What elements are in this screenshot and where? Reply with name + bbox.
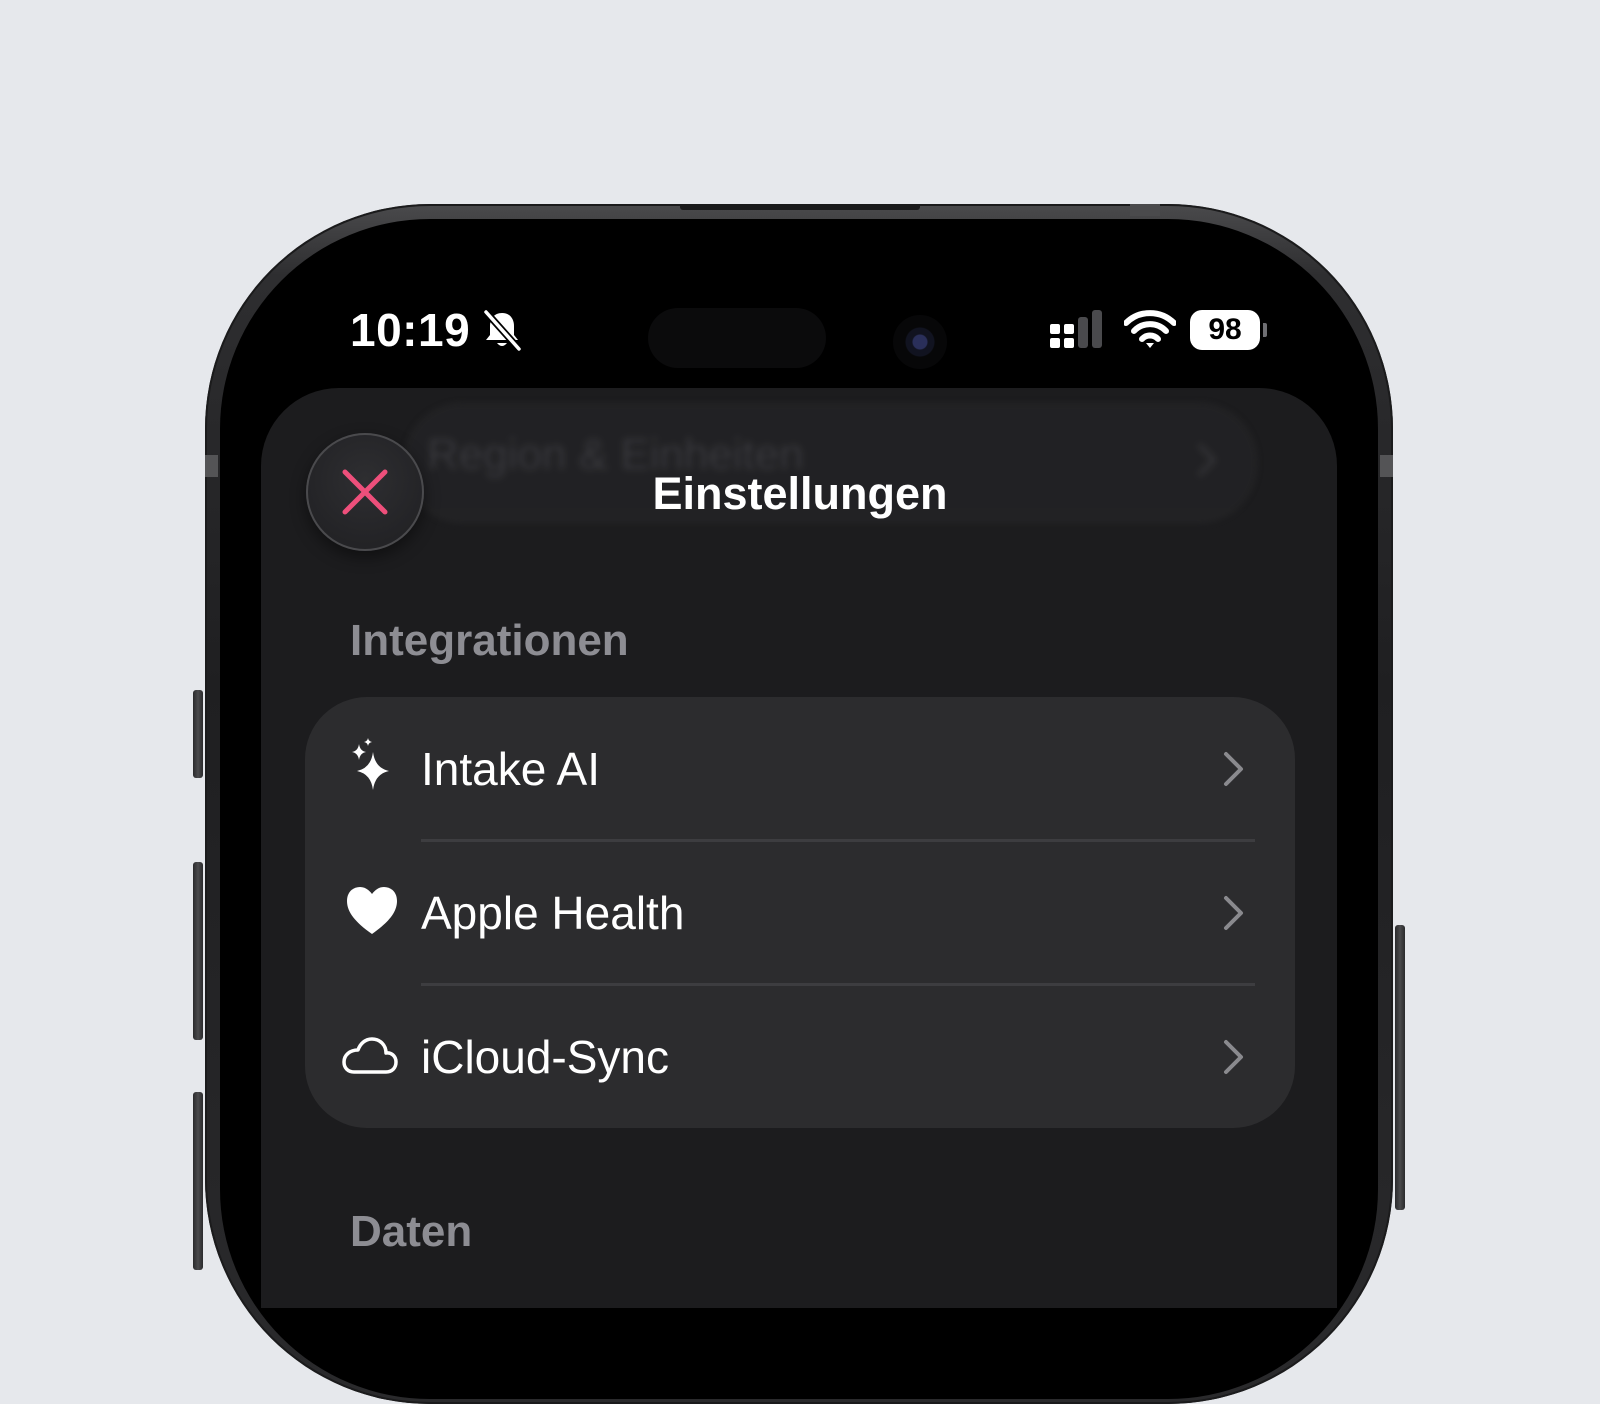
battery-tip [1263,323,1267,337]
antenna-band [680,204,920,210]
section-header-data: Daten [350,1207,473,1256]
row-label: Apple Health [421,887,685,939]
chevron-right-icon [1224,896,1243,930]
page-title: Einstellungen [652,468,948,519]
chevron-right-icon [1224,1040,1243,1074]
volume-up-button [193,862,203,1040]
section-header-integrations: Integrationen [350,616,629,665]
antenna-band [1380,455,1393,477]
front-camera [893,315,947,369]
integrations-group: Intake AI Apple Health iCloud-Sync [305,697,1295,1128]
antenna-band [1130,204,1160,216]
cellular-signal-icon [1050,310,1102,348]
power-button [1395,925,1405,1210]
row-label: Intake AI [421,743,601,795]
battery-level: 98 [1208,313,1242,346]
heart-icon [347,887,397,934]
cloud-icon [342,1037,398,1074]
battery-icon: 98 [1190,310,1260,350]
close-icon [342,469,388,515]
sparkles-icon [352,738,389,790]
row-label: iCloud-Sync [421,1031,669,1083]
close-button[interactable] [306,433,424,551]
chevron-right-icon [1198,444,1216,476]
settings-row-intake-ai[interactable]: Intake AI [305,697,1295,840]
chevron-right-icon [1224,752,1243,786]
bell-slash-icon [482,309,522,351]
antenna-band [205,455,218,477]
status-time: 10:19 [350,304,471,356]
settings-row-icloud-sync[interactable]: iCloud-Sync [305,985,1295,1128]
volume-down-button [193,1092,203,1270]
wifi-icon [1124,310,1176,348]
settings-row-apple-health[interactable]: Apple Health [305,841,1295,984]
dynamic-island [648,308,826,368]
action-button [193,690,203,778]
